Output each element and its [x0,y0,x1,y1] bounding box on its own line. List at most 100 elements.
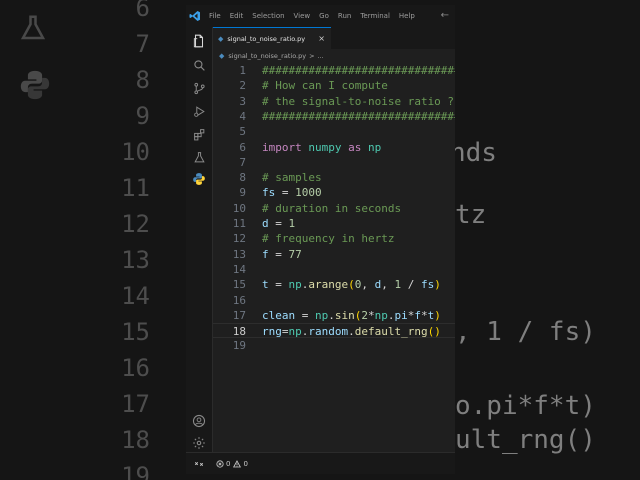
code-token: sin [334,308,355,322]
code-text: clean = np.sin(2*np.pi*f*t) [262,308,441,323]
code-line[interactable]: 18 rng=np.random.default_rng() [213,323,455,339]
bg-code-fragment: tz [455,200,487,230]
menu-terminal[interactable]: Terminal [360,12,390,20]
code-editor[interactable]: 1 ################################ 2 # How … [213,63,455,452]
settings-gear-icon[interactable] [191,435,207,451]
line-number: 2 [239,79,246,93]
code-token: ################################ [262,109,455,123]
extensions-icon[interactable] [191,126,207,142]
line-number: 17 [232,308,246,322]
breadcrumb-separator: > [309,52,315,60]
menu-help[interactable]: Help [399,12,415,20]
testing-flask-icon[interactable] [191,149,207,165]
code-text: ################################ [262,109,455,124]
code-token: rng [262,325,282,339]
code-line[interactable]: 16 [213,293,455,308]
menu-edit[interactable]: Edit [230,12,244,20]
code-token: = [281,325,289,339]
bg-line-number: 17 [121,390,150,418]
code-line[interactable]: 17 clean = np.sin(2*np.pi*f*t) [213,308,455,323]
code-token: 1 [288,217,296,230]
remote-icon[interactable] [186,459,212,469]
line-number: 3 [239,94,246,108]
explorer-icon[interactable] [191,33,207,49]
code-line[interactable]: 1 ################################ [213,63,455,78]
run-debug-icon[interactable] [191,103,207,119]
code-token: clean [262,308,296,322]
code-token: numpy [308,140,342,154]
code-line[interactable]: 19 [213,338,455,353]
code-token: np [288,325,302,339]
code-token: = [275,186,296,200]
bg-line-number: 12 [121,210,150,238]
code-line[interactable]: 14 [213,262,455,277]
bg-line-number: 9 [135,102,150,130]
code-line[interactable]: 12 # frequency in hertz [213,231,455,246]
code-token: t [262,278,269,292]
line-number: 19 [232,339,246,353]
bg-line-number: 14 [121,282,150,310]
code-token: fs [421,278,435,292]
code-line[interactable]: 11 d = 1 [213,216,455,231]
tab-bar: ◆ signal_to_noise_ratio.py × [213,27,455,49]
code-token: ################################ [262,64,455,77]
bg-line-number: 11 [121,174,150,202]
code-token: * [368,308,375,322]
code-line[interactable]: 4 ################################ [213,109,455,124]
code-line[interactable]: 2 # How can I compute [213,78,455,93]
code-line[interactable]: 6 import numpy as np [213,140,455,155]
code-token: = [268,278,289,292]
code-token: # How can I compute [262,79,388,93]
menu-view[interactable]: View [294,12,311,20]
code-token: ) [434,278,441,292]
breadcrumb-more[interactable]: ... [318,52,324,60]
code-text: # frequency in hertz [262,231,394,246]
close-tab-icon[interactable]: × [318,34,325,43]
code-token: , [381,278,395,292]
error-icon [216,460,224,468]
bg-line-number: 19 [121,462,150,480]
account-icon[interactable] [191,413,207,429]
problems-indicator[interactable]: 0 0 [216,460,248,468]
code-token: d [262,217,269,230]
line-number: 7 [239,155,246,169]
tab-signal-to-noise-ratio[interactable]: ◆ signal_to_noise_ratio.py × [213,27,331,49]
code-text: # the signal-to-noise ratio ??! [262,94,455,109]
code-text: # duration in seconds [262,201,401,216]
menu-file[interactable]: File [209,12,221,20]
bg-line-number: 10 [121,138,150,166]
code-token: * [421,308,428,322]
code-line[interactable]: 10 # duration in seconds [213,201,455,216]
code-token: # the signal-to-noise ratio ??! [262,94,455,108]
code-line[interactable]: 9 fs = 1000 [213,185,455,200]
menu-run[interactable]: Run [338,12,351,20]
python-icon[interactable] [191,171,207,187]
code-token: = [268,217,289,230]
source-control-icon[interactable] [191,80,207,96]
code-text: d = 1 [262,216,295,231]
code-line[interactable]: 5 [213,124,455,139]
python-icon-bg [18,68,52,106]
code-token: ) [434,325,441,339]
bg-code-fragment: o.pi*f*t) [455,391,596,421]
bg-line-number: 16 [121,354,150,382]
code-line[interactable]: 8 # samples [213,170,455,185]
code-line[interactable]: 7 [213,155,455,170]
breadcrumb-file[interactable]: signal_to_noise_ratio.py [228,52,306,60]
bg-code-fragment: nds [450,138,497,168]
code-line[interactable]: 13 f = 77 [213,247,455,262]
code-token: import [262,140,302,154]
code-line[interactable]: 3 # the signal-to-noise ratio ??! [213,94,455,109]
line-number: 16 [232,293,246,307]
code-token: # samples [262,171,322,185]
back-arrow-icon[interactable]: ← [441,10,449,21]
code-token: pi [394,308,408,322]
search-icon[interactable] [191,57,207,73]
menu-selection[interactable]: Selection [252,12,284,20]
warning-count: 0 [243,460,248,468]
vscode-logo-icon [189,9,203,23]
menu-go[interactable]: Go [319,12,329,20]
line-number: 8 [239,171,246,185]
code-line[interactable]: 15 t = np.arange(0, d, 1 / fs) [213,277,455,292]
code-token: # duration in seconds [262,201,402,215]
